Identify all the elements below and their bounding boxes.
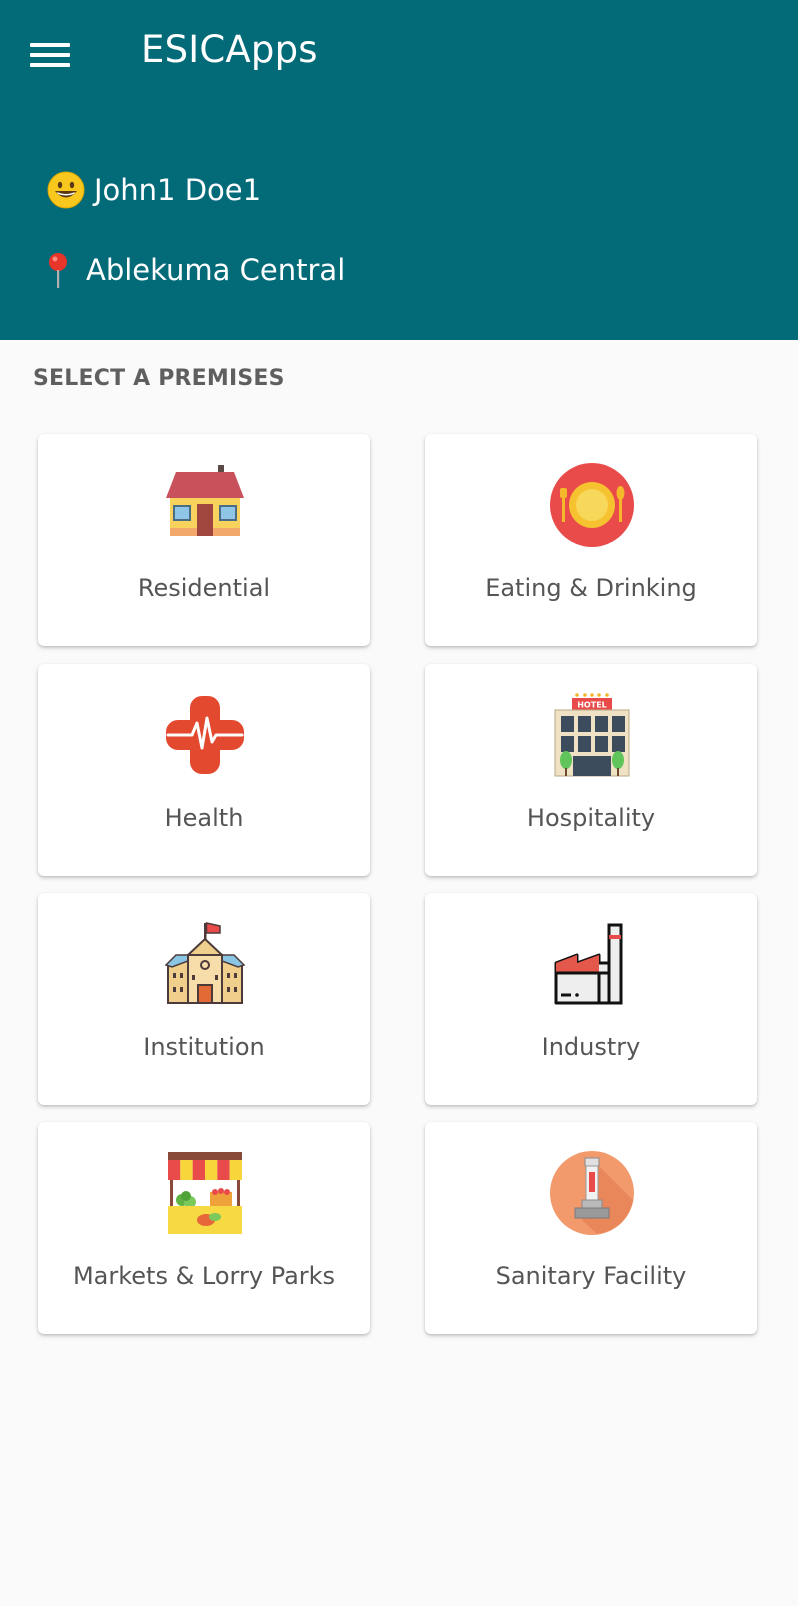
hotel-icon: HOTEL xyxy=(554,693,630,777)
premises-card-sanitary-facility[interactable]: Sanitary Facility xyxy=(425,1122,757,1334)
house-icon xyxy=(166,465,244,536)
menu-bar xyxy=(30,53,70,57)
app-title: ESICApps xyxy=(141,28,318,71)
premises-card-health[interactable]: Health xyxy=(38,664,370,876)
user-name: John1 Doe1 xyxy=(94,173,262,207)
map-pin-icon xyxy=(49,253,67,288)
smiley-face-icon xyxy=(47,171,85,209)
premises-card-residential[interactable]: Residential xyxy=(38,434,370,646)
premises-label: Industry xyxy=(541,1033,641,1061)
premises-label: Sanitary Facility xyxy=(495,1262,687,1290)
premises-label: Eating & Drinking xyxy=(485,574,697,602)
section-title: SELECT A PREMISES xyxy=(33,366,285,391)
plate-cutlery-icon xyxy=(550,463,634,547)
premises-label: Residential xyxy=(137,574,271,602)
premises-label: Institution xyxy=(143,1033,265,1061)
user-info: John1 Doe1 xyxy=(46,168,261,212)
sanitary-facility-icon xyxy=(550,1151,634,1235)
menu-button[interactable] xyxy=(30,40,70,70)
premises-card-institution[interactable]: Institution xyxy=(38,893,370,1105)
menu-bar xyxy=(30,63,70,67)
menu-bar xyxy=(30,43,70,47)
premises-card-eating-drinking[interactable]: Eating & Drinking xyxy=(425,434,757,646)
premises-card-industry[interactable]: Industry xyxy=(425,893,757,1105)
app-header: ESICApps John1 Doe1 Ablekuma Central xyxy=(0,0,798,340)
premises-card-hospitality[interactable]: HOTEL Hospitality xyxy=(425,664,757,876)
premises-label: Markets & Lorry Parks xyxy=(72,1262,336,1290)
hotel-sign-text: HOTEL xyxy=(577,701,607,710)
premises-label: Health xyxy=(164,804,244,832)
medical-cross-icon xyxy=(166,696,244,774)
location-name: Ablekuma Central xyxy=(86,253,346,287)
premises-label: Hospitality xyxy=(526,804,656,832)
factory-icon xyxy=(554,923,623,1005)
school-building-icon xyxy=(164,922,246,1004)
location-info: Ablekuma Central xyxy=(38,248,345,292)
market-stall-icon xyxy=(168,1152,242,1234)
premises-card-markets-lorry-parks[interactable]: Markets & Lorry Parks xyxy=(38,1122,370,1334)
